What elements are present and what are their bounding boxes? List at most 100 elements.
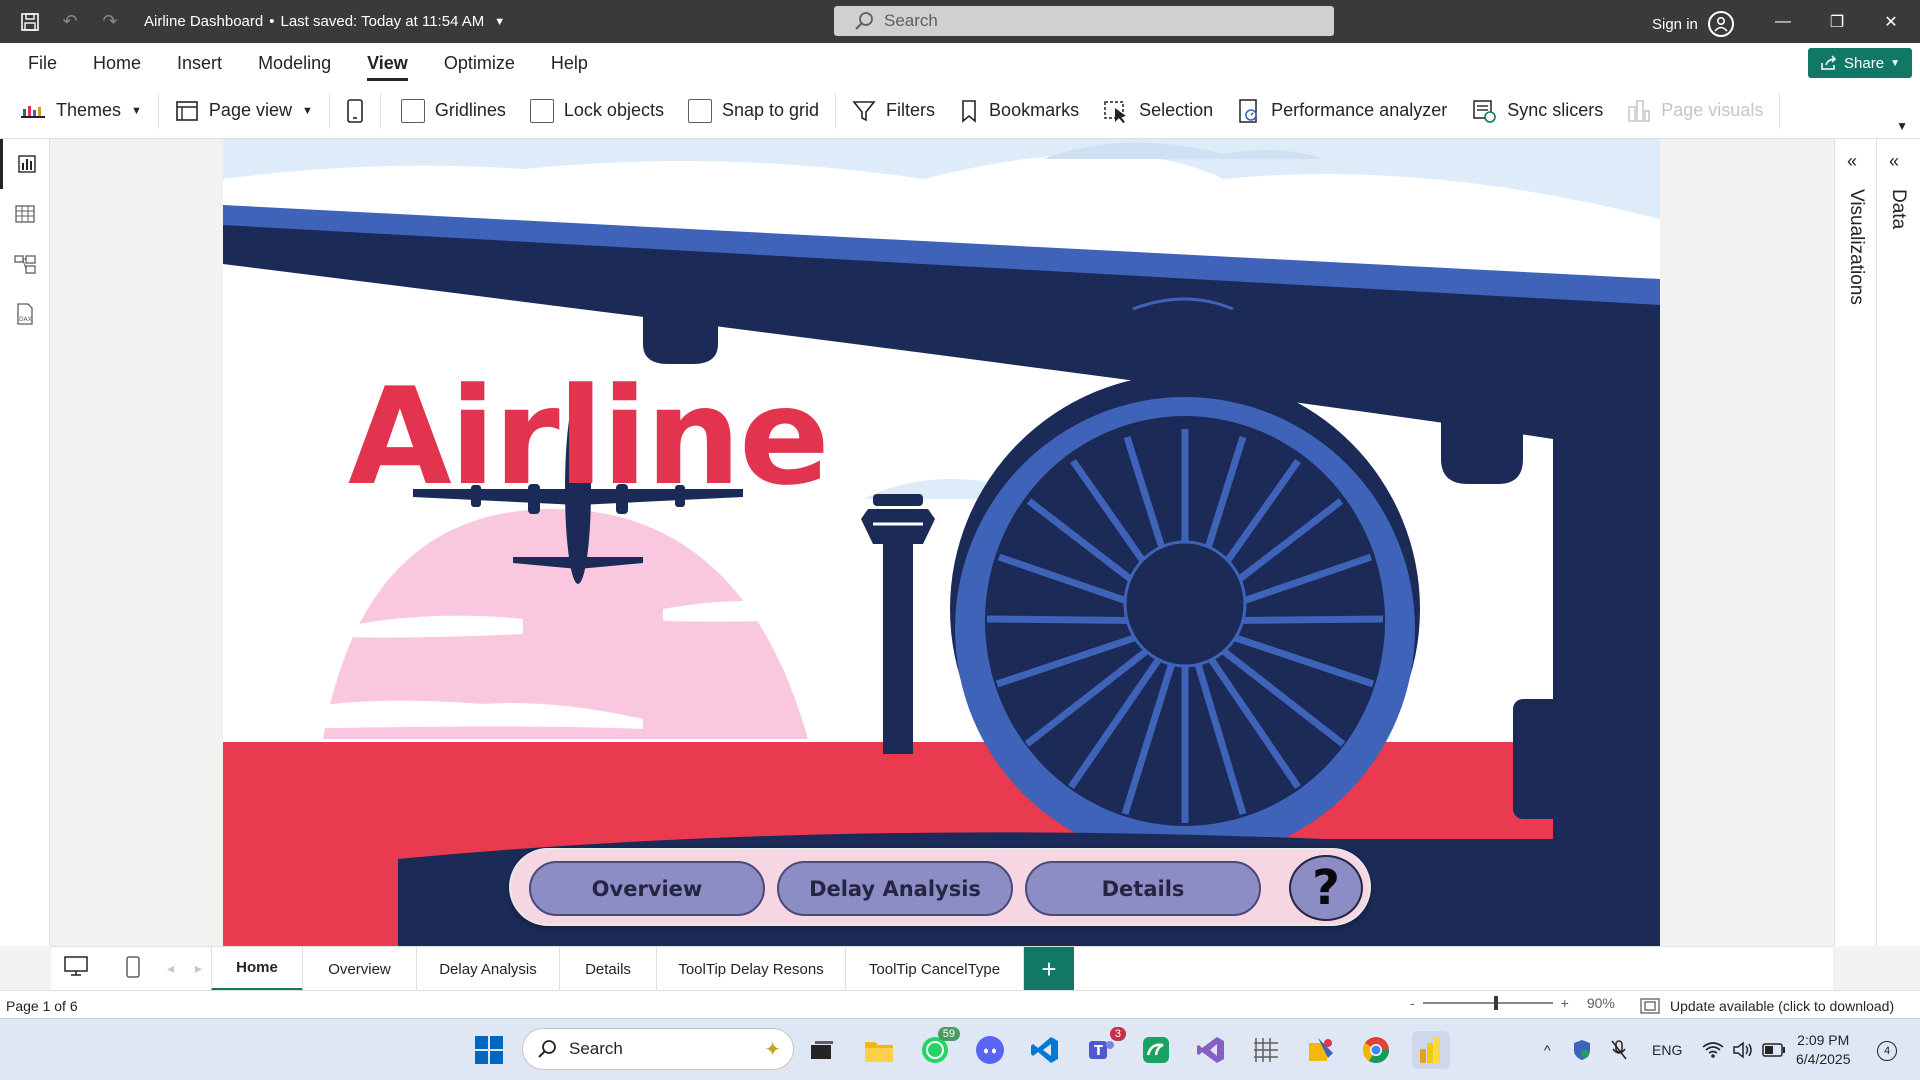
expand-visualizations-icon[interactable]: « bbox=[1847, 151, 1857, 172]
teams-badge: 3 bbox=[1109, 1027, 1126, 1041]
lock-objects-checkbox[interactable] bbox=[529, 98, 554, 123]
search-input[interactable]: Search bbox=[834, 6, 1334, 36]
edge-app-icon[interactable] bbox=[1137, 1031, 1175, 1069]
snap-to-grid-checkbox[interactable] bbox=[687, 98, 712, 123]
visual-studio-icon[interactable] bbox=[1192, 1031, 1230, 1069]
report-page[interactable]: Airline Overview Delay Analysis Details … bbox=[223, 139, 1660, 946]
visualizations-pane-collapsed[interactable]: « Visualizations bbox=[1834, 139, 1878, 946]
task-view-icon[interactable] bbox=[803, 1031, 841, 1069]
desktop-layout-icon[interactable] bbox=[63, 955, 89, 980]
wifi-icon[interactable] bbox=[1702, 1019, 1724, 1080]
page-tab-tooltip-delay-resons[interactable]: ToolTip Delay Resons bbox=[657, 947, 846, 991]
model-view-button[interactable] bbox=[0, 239, 50, 289]
zoom-slider[interactable] bbox=[1422, 996, 1553, 1010]
overview-nav-button[interactable]: Overview bbox=[529, 861, 765, 916]
power-bi-icon[interactable] bbox=[1412, 1031, 1450, 1069]
language-indicator[interactable]: ENG bbox=[1652, 1019, 1682, 1080]
page-tab-delay-analysis[interactable]: Delay Analysis bbox=[417, 947, 560, 991]
search-icon bbox=[538, 1040, 556, 1058]
file-explorer-icon[interactable] bbox=[860, 1031, 898, 1069]
search-placeholder: Search bbox=[884, 11, 938, 30]
help-button[interactable]: ? bbox=[1289, 855, 1363, 921]
menu-optimize[interactable]: Optimize bbox=[426, 43, 533, 83]
whatsapp-icon[interactable]: 59 bbox=[916, 1027, 960, 1069]
zoom-in-button[interactable]: + bbox=[1561, 995, 1569, 1011]
sketch-app-icon[interactable] bbox=[1302, 1031, 1340, 1069]
lock-objects-toggle[interactable]: Lock objects bbox=[518, 91, 676, 131]
windows-taskbar: Search ✦ 59 T 3 ^ ENG 2:09 PM 6/4/2025 4 bbox=[0, 1018, 1920, 1080]
chrome-icon[interactable] bbox=[1357, 1031, 1395, 1069]
data-pane-collapsed[interactable]: « Data bbox=[1876, 139, 1920, 946]
add-page-button[interactable]: + bbox=[1024, 947, 1074, 991]
zoom-level[interactable]: 90% bbox=[1587, 995, 1615, 1011]
page-tab-tooltip-canceltype[interactable]: ToolTip CancelType bbox=[846, 947, 1024, 991]
details-nav-button[interactable]: Details bbox=[1025, 861, 1261, 916]
page-view-label: Page view bbox=[208, 100, 292, 120]
page-tab-details[interactable]: Details bbox=[560, 947, 657, 991]
gridlines-checkbox[interactable] bbox=[400, 98, 425, 123]
maximize-button[interactable]: ❐ bbox=[1810, 0, 1864, 43]
snap-to-grid-toggle[interactable]: Snap to grid bbox=[676, 91, 831, 131]
table-view-button[interactable] bbox=[0, 189, 50, 239]
gridlines-toggle[interactable]: Gridlines bbox=[385, 91, 518, 131]
visualizations-pane-label[interactable]: Visualizations bbox=[1845, 189, 1867, 305]
undo-icon[interactable]: ↶ bbox=[56, 8, 84, 36]
sign-in-button[interactable]: Sign in bbox=[1652, 11, 1734, 37]
share-button[interactable]: Share ▼ bbox=[1808, 48, 1912, 78]
selection-label: Selection bbox=[1139, 100, 1214, 120]
discord-icon[interactable] bbox=[971, 1031, 1009, 1069]
page-view-button[interactable]: Page view ▼ bbox=[163, 91, 325, 131]
zoom-out-button[interactable]: - bbox=[1410, 995, 1415, 1011]
mobile-layout-icon[interactable] bbox=[125, 955, 141, 982]
view-switcher: DAX bbox=[0, 139, 50, 946]
security-shield-icon[interactable] bbox=[1572, 1019, 1592, 1080]
ribbon-expand-icon[interactable]: ▼ bbox=[1896, 119, 1908, 133]
notification-count[interactable]: 4 bbox=[1877, 1041, 1897, 1061]
page-visuals-icon bbox=[1628, 99, 1651, 122]
taskbar-search-input[interactable]: Search ✦ bbox=[522, 1028, 794, 1070]
menu-view[interactable]: View bbox=[349, 43, 426, 83]
status-bar: Page 1 of 6 - + 90% Update available (cl… bbox=[0, 990, 1920, 1018]
minimize-button[interactable]: — bbox=[1756, 0, 1810, 43]
fit-to-page-icon[interactable] bbox=[1640, 998, 1660, 1014]
page-tab-overview[interactable]: Overview bbox=[303, 947, 417, 991]
menu-home[interactable]: Home bbox=[75, 43, 159, 83]
microphone-muted-icon[interactable] bbox=[1610, 1019, 1628, 1080]
performance-analyzer-button[interactable]: Performance analyzer bbox=[1225, 91, 1459, 131]
menu-insert[interactable]: Insert bbox=[159, 43, 240, 83]
windows-start-icon[interactable] bbox=[470, 1031, 508, 1069]
system-clock[interactable]: 2:09 PM 6/4/2025 bbox=[1796, 1031, 1851, 1069]
snipping-tool-icon[interactable] bbox=[1247, 1031, 1285, 1069]
document-title[interactable]: Airline Dashboard • Last saved: Today at… bbox=[144, 13, 505, 30]
menu-help[interactable]: Help bbox=[533, 43, 606, 83]
sync-slicers-button[interactable]: Sync slicers bbox=[1459, 91, 1615, 131]
update-notice[interactable]: Update available (click to download) bbox=[1640, 998, 1894, 1014]
menu-modeling[interactable]: Modeling bbox=[240, 43, 349, 83]
bookmarks-button[interactable]: Bookmarks bbox=[947, 91, 1091, 131]
expand-data-icon[interactable]: « bbox=[1889, 151, 1899, 172]
update-available-link[interactable]: Update available (click to download) bbox=[1670, 998, 1894, 1014]
show-hidden-icons[interactable]: ^ bbox=[1544, 1019, 1551, 1080]
report-view-button[interactable] bbox=[0, 139, 50, 189]
mobile-layout-button[interactable] bbox=[334, 91, 376, 131]
redo-icon[interactable]: ↷ bbox=[96, 8, 124, 36]
page-tab-home[interactable]: Home bbox=[211, 947, 303, 991]
save-icon[interactable] bbox=[16, 8, 44, 36]
dax-query-view-button[interactable]: DAX bbox=[0, 289, 50, 339]
zoom-slider-thumb[interactable] bbox=[1493, 996, 1498, 1010]
report-title: Airline bbox=[348, 359, 830, 515]
vscode-icon[interactable] bbox=[1026, 1031, 1064, 1069]
menu-file[interactable]: File bbox=[0, 43, 75, 83]
scroll-right-icon[interactable]: ▸ bbox=[195, 960, 202, 977]
delay-analysis-nav-button[interactable]: Delay Analysis bbox=[777, 861, 1013, 916]
scroll-left-icon[interactable]: ◂ bbox=[167, 960, 174, 977]
filters-button[interactable]: Filters bbox=[840, 91, 947, 131]
search-icon bbox=[855, 12, 873, 30]
teams-icon[interactable]: T 3 bbox=[1082, 1027, 1126, 1069]
close-button[interactable]: ✕ bbox=[1864, 0, 1918, 43]
battery-icon[interactable] bbox=[1762, 1019, 1786, 1080]
selection-button[interactable]: Selection bbox=[1091, 91, 1225, 131]
volume-icon[interactable] bbox=[1732, 1019, 1754, 1080]
themes-button[interactable]: Themes ▼ bbox=[0, 91, 154, 131]
data-pane-label[interactable]: Data bbox=[1887, 189, 1909, 229]
